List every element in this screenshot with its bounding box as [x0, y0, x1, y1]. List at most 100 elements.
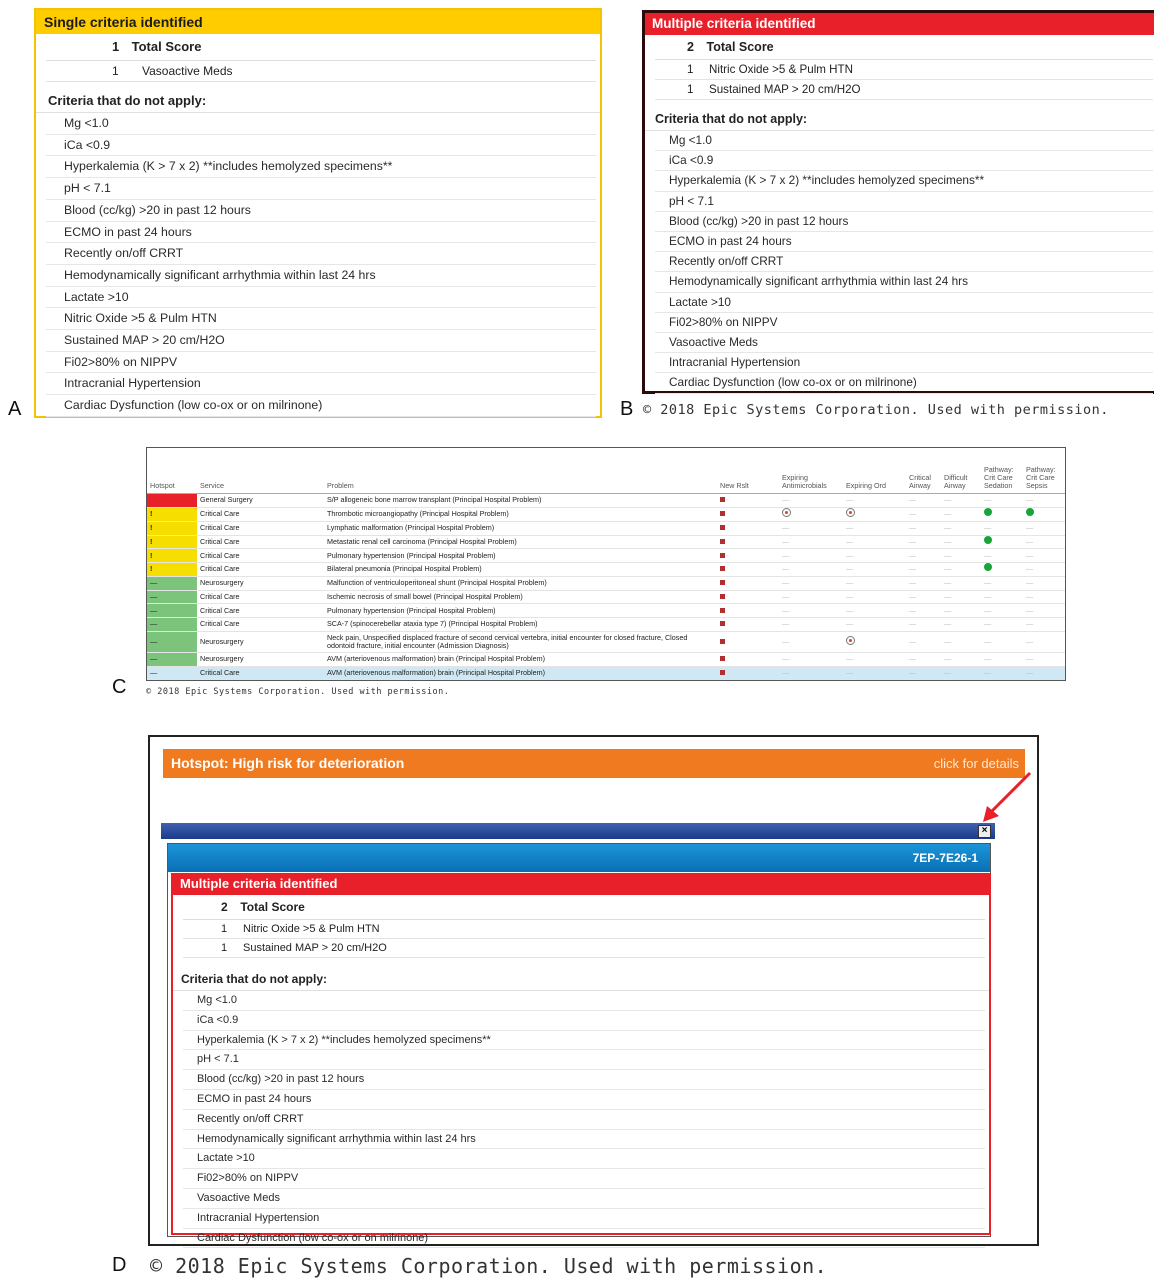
hotspot-red-cell[interactable] — [147, 493, 197, 508]
criterion-item: Recently on/off CRRT — [183, 1110, 985, 1130]
magnifier-icon[interactable] — [782, 507, 791, 517]
green-status-icon[interactable] — [1026, 508, 1034, 517]
total-score-label: Total Score — [240, 900, 305, 914]
column-header[interactable]: Expiring Antimicrobials — [779, 448, 843, 494]
new-result-icon[interactable] — [720, 669, 725, 675]
new-result-icon[interactable] — [720, 638, 725, 644]
table-row[interactable]: General Surgery S/P allogeneic bone marro… — [147, 493, 1065, 508]
new-result-cell[interactable] — [717, 631, 779, 653]
new-result-cell[interactable] — [717, 603, 779, 618]
green-status-icon[interactable] — [984, 535, 992, 544]
service-cell: Critical Care — [197, 590, 324, 605]
not-apply-heading: Criteria that do not apply: — [36, 90, 600, 113]
empty-cell: — — [981, 666, 1023, 680]
table-row[interactable]: — Neurosurgery Neck pain, Unspecified disp… — [147, 631, 1065, 653]
table-row[interactable]: — Critical Care Pulmonary hypertension (Pr… — [147, 603, 1065, 618]
total-score-label: Total Score — [706, 40, 774, 54]
hotspot-green-cell[interactable]: — — [147, 590, 197, 605]
pathway-cell[interactable] — [981, 535, 1023, 550]
new-result-icon[interactable] — [720, 525, 725, 531]
empty-cell: — — [1023, 521, 1065, 536]
hotspot-green-cell[interactable]: — — [147, 576, 197, 591]
service-cell: Critical Care — [197, 535, 324, 550]
hotspot-yellow-cell[interactable]: ! — [147, 521, 197, 536]
new-result-cell[interactable] — [717, 562, 779, 577]
criterion-item: Hyperkalemia (K > 7 x 2) **includes hemo… — [46, 156, 596, 179]
expiring-cell[interactable] — [843, 631, 906, 653]
new-result-cell[interactable] — [717, 576, 779, 591]
hotspot-green-cell[interactable]: — — [147, 631, 197, 653]
new-result-cell[interactable] — [717, 535, 779, 550]
magnifier-icon[interactable] — [846, 636, 855, 646]
table-row[interactable]: ! Critical Care Bilateral pneumonia (Princ… — [147, 562, 1065, 577]
hotspot-yellow-cell[interactable]: ! — [147, 562, 197, 577]
column-header[interactable]: Hotspot — [147, 448, 197, 494]
hotspot-green-cell[interactable]: — — [147, 603, 197, 618]
pathway-cell[interactable] — [981, 562, 1023, 577]
criterion-item: Hemodynamically significant arrhythmia w… — [46, 265, 596, 287]
new-result-cell[interactable] — [717, 507, 779, 522]
new-result-icon[interactable] — [720, 538, 725, 544]
hotspot-green-cell[interactable]: — — [147, 652, 197, 667]
column-header[interactable]: Problem — [324, 448, 717, 494]
new-result-icon[interactable] — [720, 497, 725, 503]
magnifier-icon[interactable] — [846, 507, 855, 517]
new-result-icon[interactable] — [720, 566, 725, 572]
new-result-icon[interactable] — [720, 580, 725, 586]
new-result-icon[interactable] — [720, 621, 725, 627]
empty-cell: — — [843, 493, 906, 508]
new-result-cell[interactable] — [717, 548, 779, 563]
column-header[interactable]: Difficult Airway — [941, 448, 981, 494]
expiring-cell[interactable] — [779, 507, 843, 522]
table-row[interactable]: — Critical Care AVM (arteriovenous malform… — [147, 666, 1065, 680]
criterion-item: pH < 7.1 — [46, 178, 596, 200]
table-row[interactable]: — Neurosurgery Malfunction of ventriculope… — [147, 576, 1065, 591]
new-result-cell[interactable] — [717, 493, 779, 508]
column-header[interactable]: Pathway: Crit Care Sedation — [981, 448, 1023, 494]
new-result-icon[interactable] — [720, 511, 725, 517]
empty-cell: — — [779, 576, 843, 591]
green-status-icon[interactable] — [984, 508, 992, 517]
new-result-cell[interactable] — [717, 652, 779, 667]
panel-label-b: B — [620, 398, 634, 420]
column-header[interactable]: Expiring Ord — [843, 448, 906, 494]
service-cell: Critical Care — [197, 666, 324, 680]
column-header[interactable]: Service — [197, 448, 324, 494]
new-result-icon[interactable] — [720, 593, 725, 599]
green-status-icon[interactable] — [984, 563, 992, 572]
hotspot-yellow-cell[interactable]: ! — [147, 548, 197, 563]
new-result-cell[interactable] — [717, 521, 779, 536]
table-row[interactable]: — Neurosurgery AVM (arteriovenous malforma… — [147, 652, 1065, 667]
table-row[interactable]: ! Critical Care Thrombotic microangiopathy… — [147, 507, 1065, 522]
table-row[interactable]: — Critical Care Ischemic necrosis of small… — [147, 590, 1065, 605]
hotspot-yellow-cell[interactable]: ! — [147, 535, 197, 550]
pathway-cell[interactable] — [1023, 507, 1065, 522]
hotspot-banner[interactable]: Hotspot: High risk for deterioration cli… — [163, 749, 1025, 778]
new-result-cell[interactable] — [717, 590, 779, 605]
hotspot-green-cell[interactable]: — — [147, 617, 197, 632]
new-result-cell[interactable] — [717, 617, 779, 632]
table-row[interactable]: ! Critical Care Lymphatic malformation (Pr… — [147, 521, 1065, 536]
table-row[interactable]: ! Critical Care Metastatic renal cell carc… — [147, 535, 1065, 550]
new-result-icon[interactable] — [720, 552, 725, 558]
empty-cell: — — [941, 521, 981, 536]
empty-cell: — — [981, 652, 1023, 667]
criterion-points: 1 — [687, 83, 694, 96]
table-row[interactable]: — Critical Care SCA-7 (spinocerebellar ata… — [147, 617, 1065, 632]
empty-cell: — — [1023, 631, 1065, 653]
hotspot-green-cell[interactable]: — — [147, 666, 197, 680]
column-header[interactable]: Pathway: Crit Care Sepsis — [1023, 448, 1065, 494]
pathway-cell[interactable] — [981, 507, 1023, 522]
empty-cell: — — [906, 535, 941, 550]
popup-titlebar[interactable]: × — [161, 823, 995, 839]
problem-cell: Ischemic necrosis of small bowel (Princi… — [324, 590, 717, 605]
new-result-cell[interactable] — [717, 666, 779, 680]
column-header[interactable]: Critical Airway — [906, 448, 941, 494]
new-result-icon[interactable] — [720, 607, 725, 613]
expiring-cell[interactable] — [843, 507, 906, 522]
hotspot-yellow-cell[interactable]: ! — [147, 507, 197, 522]
table-row[interactable]: ! Critical Care Pulmonary hypertension (Pr… — [147, 548, 1065, 563]
new-result-icon[interactable] — [720, 656, 725, 662]
empty-cell: — — [906, 631, 941, 653]
column-header[interactable]: New Rslt — [717, 448, 779, 494]
